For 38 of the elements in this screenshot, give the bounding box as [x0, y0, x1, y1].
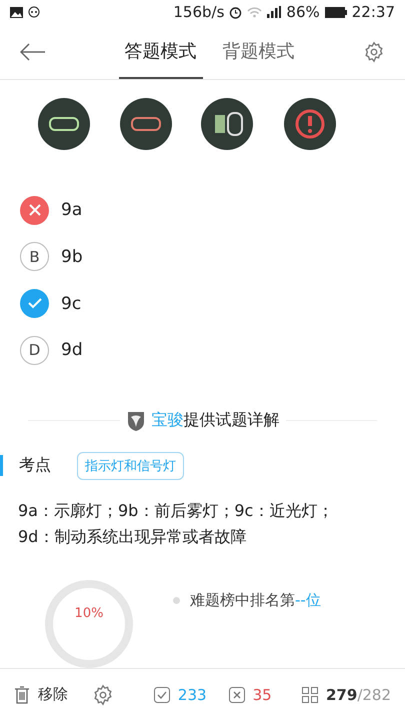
alarm-icon — [229, 6, 242, 18]
back-icon[interactable] — [20, 42, 46, 60]
correct-mark-icon — [20, 289, 49, 318]
image-icon — [10, 6, 23, 18]
mode-tab[interactable]: 答题模式 — [118, 24, 202, 79]
checkbox-icon — [154, 686, 170, 702]
rank-text: 难题榜中排名第--位 — [190, 591, 321, 610]
cross-box-icon — [228, 686, 245, 702]
current-question-number: 279 — [326, 686, 358, 704]
answer-option[interactable]: 9a — [0, 187, 405, 234]
section-title: 考点 — [0, 455, 51, 476]
settings-icon[interactable] — [363, 40, 385, 62]
percent-ring: 10% — [45, 580, 133, 668]
battery-percent: 86% — [286, 3, 320, 21]
wrong-mark-icon — [20, 196, 49, 225]
clock: 22:37 — [352, 3, 395, 21]
bullet-dot — [173, 597, 180, 604]
total-question-count: /282 — [357, 686, 391, 704]
option-letter: B — [20, 242, 49, 272]
answer-option[interactable]: B 9b — [0, 234, 405, 280]
explanation-text: 9a：示廓灯；9b：前后雾灯；9c：近光灯；9d：制动系统出现异常或者故障 — [18, 500, 334, 548]
answer-option[interactable]: D 9d — [0, 326, 405, 374]
answer-option[interactable]: 9c — [0, 280, 405, 327]
settings-icon[interactable] — [92, 684, 114, 706]
signal-icon — [267, 6, 282, 18]
grid-icon[interactable] — [302, 686, 318, 702]
shield-logo-icon — [126, 410, 146, 432]
remove-button[interactable]: 移除 — [38, 685, 68, 704]
option-letter: D — [20, 336, 49, 365]
battery-icon — [324, 6, 347, 18]
trash-icon[interactable] — [14, 686, 30, 704]
wrong-count: 35 — [252, 686, 272, 704]
network-speed: 156b/s — [173, 3, 224, 21]
correct-count: 233 — [178, 686, 207, 704]
mode-tab[interactable]: 背题模式 — [216, 24, 300, 79]
sponsor-text: 宝骏提供试题详解 — [152, 410, 280, 432]
smiley-icon — [28, 6, 40, 18]
wifi-icon — [247, 6, 262, 18]
